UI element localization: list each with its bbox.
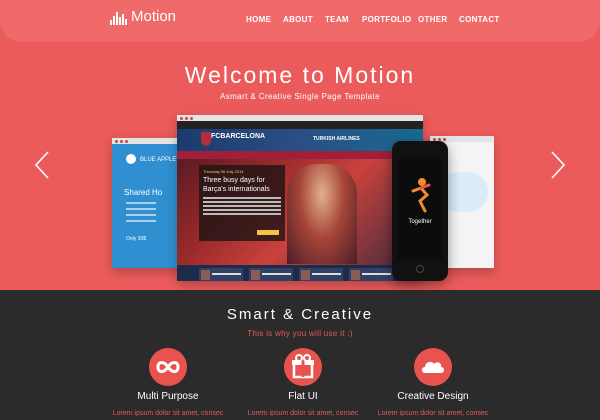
- home-button-icon: [416, 265, 424, 273]
- news-article-card: Thursday 06 July 2014 Three busy days fo…: [199, 165, 285, 241]
- sponsor-name: TURKISH AIRLINES: [313, 136, 360, 142]
- hero-section: Motion HOME ABOUT TEAM PORTFOLIO OTHER C…: [0, 0, 600, 290]
- feature-flat-ui: Flat UI Lorem ipsum dolor sit amet, cons…: [243, 348, 363, 417]
- site-hero-image: Thursday 06 July 2014 Three busy days fo…: [177, 159, 423, 265]
- news-thumbnail: [299, 268, 343, 281]
- nav-about[interactable]: ABOUT: [283, 15, 313, 24]
- site-toolbar: [177, 121, 423, 129]
- nav-contact[interactable]: CONTACT: [459, 15, 500, 24]
- features-subtitle: This is why you will use it :): [247, 329, 353, 338]
- site-header: FCBARCELONA TURKISH AIRLINES: [177, 129, 423, 151]
- article-headline: Three busy days for Barça's internationa…: [203, 177, 270, 193]
- nav-other[interactable]: OTHER: [418, 15, 448, 24]
- slider-next-icon[interactable]: [550, 150, 566, 180]
- article-excerpt: [203, 197, 281, 215]
- slider-prev-icon[interactable]: [34, 150, 50, 180]
- phone-app-label: Together: [408, 219, 432, 225]
- features-title: Smart & Creative: [226, 306, 374, 323]
- infinity-icon: [149, 348, 187, 386]
- apple-logo-icon: [126, 154, 136, 164]
- news-thumbnail: [349, 268, 393, 281]
- feature-description: Lorem ipsum dolor sit amet, consec: [247, 410, 359, 417]
- player-image: [287, 164, 357, 264]
- site-brand: FCBARCELONA: [211, 133, 266, 140]
- hero-title: Welcome to Motion: [184, 62, 416, 88]
- site-menu: [177, 151, 423, 159]
- mockup-left-screen: BLUE APPLE Shared Ho Only 30$: [112, 138, 186, 268]
- feature-description: Lorem ipsum dolor sit amet, consec: [377, 410, 489, 417]
- cloud-icon: [414, 348, 452, 386]
- news-thumbnail: [199, 268, 243, 281]
- mockup-left-text-lines: [126, 202, 156, 226]
- feature-label: Creative Design: [397, 391, 469, 402]
- phone-mockup: Together: [392, 141, 448, 281]
- running-figure-icon: [411, 178, 431, 213]
- read-more-button: [257, 230, 279, 235]
- top-navbar: Motion HOME ABOUT TEAM PORTFOLIO OTHER C…: [0, 0, 600, 42]
- mockup-left-brand: BLUE APPLE: [140, 157, 177, 163]
- brand-name: Motion: [131, 8, 177, 25]
- nav-team[interactable]: TEAM: [325, 15, 349, 24]
- club-crest-icon: [201, 132, 211, 146]
- gift-icon: [284, 348, 322, 386]
- feature-label: Flat UI: [288, 391, 318, 402]
- feature-creative-design: Creative Design Lorem ipsum dolor sit am…: [373, 348, 493, 417]
- feature-label: Multi Purpose: [137, 391, 199, 402]
- hero-subtitle: Asmart & Creative Single Page Template: [219, 92, 380, 101]
- features-section: Smart & Creative This is why you will us…: [0, 290, 600, 420]
- mockup-center-screen: FCBARCELONA TURKISH AIRLINES Thursday 06…: [177, 115, 423, 281]
- article-date: Thursday 06 July 2014: [203, 169, 244, 174]
- nav-portfolio[interactable]: PORTFOLIO: [362, 15, 411, 24]
- news-thumbnails: [177, 265, 423, 281]
- mockup-left-price: Only 30$: [126, 236, 147, 242]
- news-thumbnail: [249, 268, 293, 281]
- phone-screen: Together: [397, 159, 443, 259]
- mockup-left-content: BLUE APPLE Shared Ho Only 30$: [112, 144, 186, 268]
- mockup-left-heading: Shared Ho: [124, 188, 163, 197]
- equalizer-icon: [110, 12, 127, 25]
- brand-logo[interactable]: Motion: [110, 9, 176, 25]
- feature-description: Lorem ipsum dolor sit amet, consec: [112, 410, 224, 417]
- nav-home[interactable]: HOME: [246, 15, 271, 24]
- feature-multi-purpose: Multi Purpose Lorem ipsum dolor sit amet…: [108, 348, 228, 417]
